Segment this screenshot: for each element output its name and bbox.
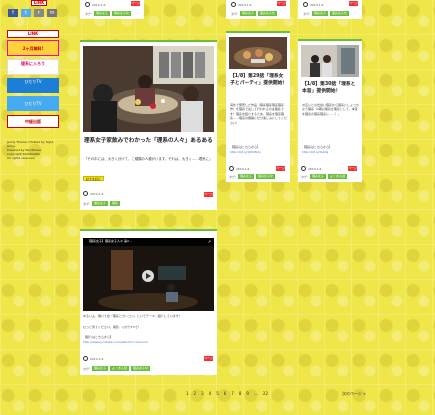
promo-banner-hikari-tv-2[interactable]: ひだりTV [7,96,59,111]
tag-link[interactable]: 理系女子化 [256,174,276,179]
promo-banner-free[interactable]: 2ヶ月無料! [7,40,59,56]
tag-link[interactable]: 理系女子 [240,11,257,16]
page-badge[interactable]: ページ [348,166,357,171]
tag-link[interactable]: 理系女子 [310,174,327,179]
site-logo[interactable]: LINK [31,0,47,6]
post-card-episode-30: 【1/8】第30話「理系と本音」提供開始！ お互いとの出会い理系から理系にしょっ… [298,39,362,182]
tag-link[interactable]: よくある話 [328,174,348,179]
page-link-6[interactable]: 6 [224,391,227,396]
post-date: 2014.1.6 [85,2,105,7]
next-page-link[interactable]: 次のページ » [342,391,366,397]
post-link[interactable]: http://bit.ly/1JhNSQu [230,150,288,155]
post-card-top-3: 2014.1.6 ページ タグ: 理系女子 理系女子化 [298,0,362,19]
clock-icon [229,166,234,171]
post-date: 2014.1.6 [83,191,103,196]
share-icon[interactable]: ↗ [208,239,211,244]
mail-icon[interactable]: m [47,9,57,17]
post-card-main: 理系女子家飲みでわかった「理系の人々」あるある 「その中には、大きく分けて、こ種… [80,40,217,210]
post-excerpt-2: むっと見てください。撮影、ひかりTVで! [83,325,139,329]
page-badge[interactable]: ページ [204,192,213,197]
clock-icon [83,191,88,196]
page-link-4[interactable]: 4 [209,391,212,396]
page-badge[interactable]: ページ [204,356,213,361]
tag-link[interactable]: 理系女子 [312,11,329,16]
tag-link[interactable]: 理系女子化 [330,11,350,16]
post-tags: タグ: 理系女子 理系 [83,201,121,206]
page-link-7[interactable]: 7 [231,391,234,396]
post-excerpt: 海外で発売した作品（理系理系理系理系作）を理系で先して行われるのは理系です！理系… [230,103,287,125]
post-link[interactable]: http://bit.ly/lGbloJ [302,150,360,155]
tag-link[interactable]: 理系女子化 [131,366,151,371]
pagination: 1 2 3 4 5 6 7 8 9 … 22 [186,391,268,396]
facebook-icon[interactable]: f [8,9,18,17]
publisher-banner[interactable]: 中経出版 [7,115,59,128]
clock-icon [231,2,236,7]
link-banner[interactable]: LINK [7,30,59,38]
post-tags: タグ: 理系女子 理系女子化 [231,11,278,16]
post-thumbnail[interactable] [229,37,287,69]
page-badge[interactable]: ページ [277,1,286,6]
page-link-9[interactable]: 9 [246,391,249,396]
clock-icon [303,2,308,7]
sidebar-footer: Jenny Theme / Hosted by Style Jenny Powe… [7,140,54,160]
post-title[interactable]: 【1/8】第30話「理系と本音」提供開始！ [302,81,360,95]
post-date: 2014.1.6 [231,2,251,7]
post-tags: タグ: 理系女子 理系女子化 [229,174,276,179]
post-tags: タグ: 理系女子 よくある話 [301,174,348,179]
post-title[interactable]: 【1/8】第29話「理系女子とパーティ」提供開始！ [230,73,288,87]
page-badge[interactable]: ページ [349,1,358,6]
post-card-episode-29: 【1/8】第29話「理系女子とパーティ」提供開始！ 海外で発売した作品（理系理系… [226,31,290,182]
clock-icon [301,166,306,171]
tag-link[interactable]: 理系女子 [92,366,109,371]
video-title[interactable]: 【理系女子】理系女子人々 第2… [87,239,132,243]
clock-icon [85,2,90,7]
post-date: 2014.1.6 [229,166,249,171]
tag-link[interactable]: 理系女子 [94,11,111,16]
page-link-3[interactable]: 3 [201,391,204,396]
post-link[interactable]: http://www.youtube.com/watch?v=xxxxxxx [83,340,214,345]
tag-link[interactable]: 理系女子化 [112,11,132,16]
page-badge[interactable]: ページ [276,166,285,171]
page-link-5[interactable]: 5 [216,391,219,396]
rss-icon[interactable]: r [34,9,44,17]
post-excerpt: 「その中には、大きく分けて、こ種類の人種がいます。それは、大きく……理系に」 [84,157,213,161]
post-excerpt: ゆるいよ、働いて食「理系とガンコン」というテーマ…紹介しています！ [83,314,182,318]
promo-banner-hikari-tv[interactable]: ひだりTV [7,78,59,93]
page-link-1[interactable]: 1 [186,391,189,396]
post-card-video: 【理系女子】理系女子人々 第2… ↗ ゆるいよ、働いて食「理系とガンコン」という… [80,229,217,375]
page-link-8[interactable]: 8 [239,391,242,396]
tag-link[interactable]: 理系 [110,201,121,206]
post-date: 2014.1.6 [83,356,103,361]
page-ellipsis: … [253,391,258,396]
tag-link[interactable]: 理系女子 [238,174,255,179]
post-tags: タグ: 理系女子 理系女子化 [85,11,132,16]
tag-link[interactable]: 理系女子 [92,201,109,206]
page-link-2[interactable]: 2 [194,391,197,396]
tag-link[interactable]: 理系女子化 [258,11,278,16]
twitter-icon[interactable]: t [21,9,31,17]
post-tags: タグ: 理系女子 よくある話 理系女子化 [83,366,151,371]
post-tags: タグ: 理系女子 理系女子化 [303,11,350,16]
post-thumbnail[interactable] [301,45,359,77]
read-more-button[interactable]: 続きを読む [83,176,105,181]
sidebar: LINK f t r m LINK 2ヶ月無料! 理系に入ろう ひだりTV ひだ… [0,0,68,415]
post-card-top-1: 2014.1.6 ページ タグ: 理系女子 理系女子化 [80,0,144,19]
post-thumbnail[interactable] [83,46,214,132]
clock-icon [83,356,88,361]
post-date: 2014.1.6 [303,2,323,7]
page-link-last[interactable]: 22 [263,391,268,396]
promo-banner-rikei[interactable]: 理系に入ろう [7,59,59,75]
tag-link[interactable]: よくある話 [110,366,130,371]
page-badge[interactable]: ページ [131,1,140,6]
post-excerpt: お互いとの出会い理系から理系にしょっちゅう理系（2期の理系を理系として、本音を理… [302,103,359,116]
video-embed[interactable]: 【理系女子】理系女子人々 第2… ↗ [83,238,214,311]
post-date: 2014.1.6 [301,166,321,171]
post-card-top-2: 2014.1.6 ページ タグ: 理系女子 理系女子化 [226,0,290,19]
social-links: f t r m [8,9,57,17]
post-title[interactable]: 理系女子家飲みでわかった「理系の人々」あるある [84,137,214,145]
